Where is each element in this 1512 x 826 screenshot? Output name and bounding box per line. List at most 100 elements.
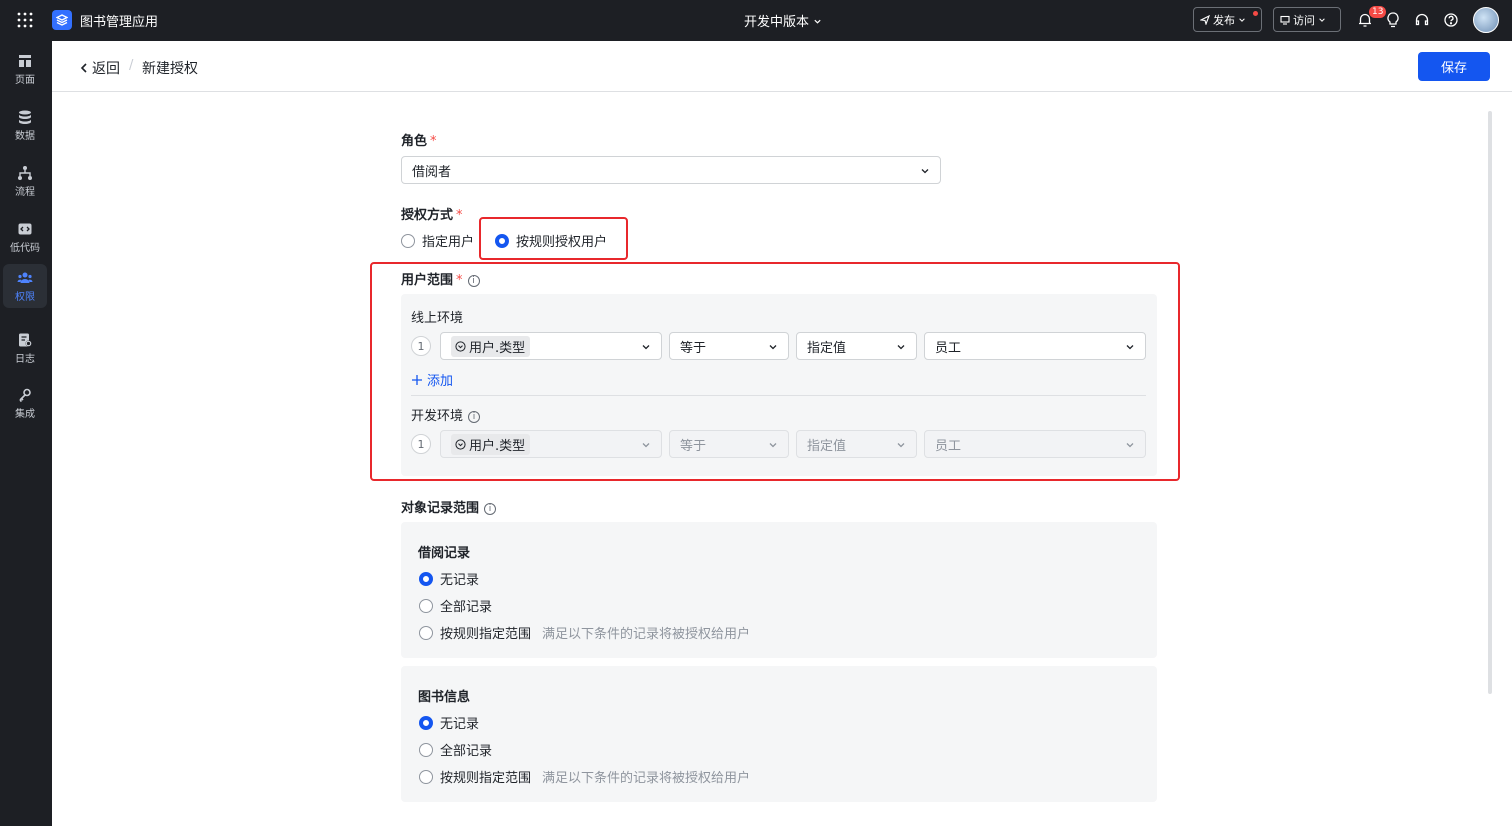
chevron-down-icon — [1126, 345, 1134, 350]
headset-icon[interactable] — [1413, 11, 1431, 29]
radio-circle — [419, 598, 433, 613]
log-icon — [19, 333, 32, 346]
back-label: 返回 — [92, 61, 120, 77]
page-header: 返回 / 新建授权 保存 — [52, 41, 1512, 92]
online-value-type-select[interactable]: 指定值 — [796, 332, 917, 360]
app-grid-icon[interactable] — [16, 11, 34, 29]
radio-no-records[interactable]: 无记录 — [419, 713, 479, 732]
online-value-select[interactable]: 员工 — [924, 332, 1146, 360]
chevron-left-icon — [80, 63, 87, 73]
version-selector[interactable]: 开发中版本 — [744, 11, 822, 30]
info-icon[interactable]: i — [468, 410, 481, 423]
radio-label: 全部记录 — [440, 600, 493, 615]
chevron-down-icon — [769, 443, 777, 448]
plus-icon — [412, 374, 422, 385]
radio-specified-users[interactable]: 指定用户 — [401, 231, 474, 250]
database-icon — [19, 110, 31, 124]
info-icon[interactable]: i — [484, 502, 497, 515]
version-label: 开发中版本 — [744, 15, 810, 30]
value-value: 员工 — [935, 438, 962, 454]
radio-label: 无记录 — [440, 717, 480, 732]
online-operator-select[interactable]: 等于 — [669, 332, 789, 360]
flow-icon — [18, 165, 32, 180]
code-icon — [18, 223, 32, 234]
key-icon — [19, 388, 31, 402]
field-tag: 用户.类型 — [451, 335, 531, 357]
radio-rule-users[interactable]: 按规则授权用户 — [495, 231, 607, 250]
sidebar-item-pages[interactable]: 页面 — [3, 47, 47, 91]
sidebar-item-logs[interactable]: 日志 — [3, 326, 47, 370]
breadcrumb-separator: / — [129, 58, 134, 73]
publish-label: 发布 — [1213, 13, 1235, 27]
sidebar-item-permissions[interactable]: 权限 — [3, 264, 47, 308]
radio-circle — [419, 625, 433, 640]
dev-env-label: 开发环境 i — [411, 405, 481, 424]
field-tag: 用户.类型 — [451, 433, 531, 455]
object-scope-label: 对象记录范围 i — [401, 497, 497, 516]
sidebar-item-label: 集成 — [15, 408, 35, 420]
chevron-circle-icon — [455, 438, 466, 450]
back-button[interactable]: 返回 — [78, 58, 120, 78]
radio-rule-records[interactable]: 按规则指定范围 满足以下条件的记录将被授权给用户 — [419, 623, 750, 642]
radio-circle — [419, 571, 433, 586]
radio-circle — [419, 715, 433, 730]
user-avatar[interactable] — [1473, 7, 1499, 33]
radio-circle — [495, 233, 509, 248]
radio-no-records[interactable]: 无记录 — [419, 569, 479, 588]
info-icon[interactable]: i — [467, 274, 480, 287]
add-rule-link[interactable]: 添加 — [411, 370, 453, 389]
radio-all-records[interactable]: 全部记录 — [419, 596, 492, 615]
online-field-select[interactable]: 用户.类型 — [440, 332, 662, 360]
role-select[interactable]: 借阅者 — [401, 156, 941, 184]
sidebar-item-lowcode[interactable]: 低代码 — [3, 215, 47, 259]
sidebar-item-label: 日志 — [15, 353, 35, 365]
operator-value: 等于 — [680, 438, 707, 454]
value-type-value: 指定值 — [807, 340, 847, 356]
field-tag-label: 用户.类型 — [469, 340, 526, 356]
sidebar: 页面 数据 流程 低代码 权限 日志 集成 — [0, 41, 52, 826]
radio-label: 按规则指定范围 — [440, 771, 532, 786]
sidebar-item-integration[interactable]: 集成 — [3, 381, 47, 425]
scrollbar[interactable] — [1488, 111, 1492, 694]
radio-circle — [401, 233, 415, 248]
object-scope-label-text: 对象记录范围 — [401, 501, 480, 516]
chevron-down-icon — [1239, 17, 1245, 22]
save-button[interactable]: 保存 — [1418, 52, 1490, 81]
operator-value: 等于 — [680, 340, 707, 356]
monitor-icon — [1280, 15, 1290, 25]
dev-env-label-text: 开发环境 — [411, 409, 464, 424]
auth-method-label-text: 授权方式 — [401, 208, 454, 223]
role-label: 角色 * — [401, 130, 437, 149]
required-mark: * — [430, 134, 437, 149]
chevron-down-icon — [642, 345, 650, 350]
visit-button[interactable]: 访问 — [1273, 7, 1341, 32]
send-icon — [1200, 14, 1210, 25]
auth-method-label: 授权方式 * — [401, 204, 463, 223]
role-label-text: 角色 — [401, 134, 428, 149]
rule-index: 1 — [411, 434, 431, 454]
publish-button[interactable]: 发布 — [1193, 7, 1262, 32]
chevron-down-icon — [642, 443, 650, 448]
object-name: 借阅记录 — [418, 546, 471, 561]
dev-field-select: 用户.类型 — [440, 430, 662, 458]
sidebar-item-label: 低代码 — [10, 242, 40, 254]
radio-rule-records[interactable]: 按规则指定范围 满足以下条件的记录将被授权给用户 — [419, 767, 750, 786]
app-name[interactable]: 图书管理应用 — [80, 11, 158, 30]
add-label: 添加 — [427, 374, 454, 389]
object-name: 图书信息 — [418, 690, 471, 705]
sidebar-item-flow[interactable]: 流程 — [3, 159, 47, 203]
app-logo-icon — [52, 10, 72, 30]
divider — [411, 395, 1146, 396]
radio-circle — [419, 742, 433, 757]
dev-value-type-select: 指定值 — [796, 430, 917, 458]
radio-label: 全部记录 — [440, 744, 493, 759]
rule-index: 1 — [411, 336, 431, 356]
help-icon[interactable] — [1442, 11, 1460, 29]
sidebar-item-data[interactable]: 数据 — [3, 103, 47, 147]
page-icon — [19, 54, 31, 67]
lightbulb-icon[interactable] — [1384, 11, 1402, 29]
radio-all-records[interactable]: 全部记录 — [419, 740, 492, 759]
radio-label: 指定用户 — [422, 235, 475, 250]
chevron-down-icon — [897, 345, 905, 350]
radio-label: 按规则授权用户 — [516, 235, 608, 250]
